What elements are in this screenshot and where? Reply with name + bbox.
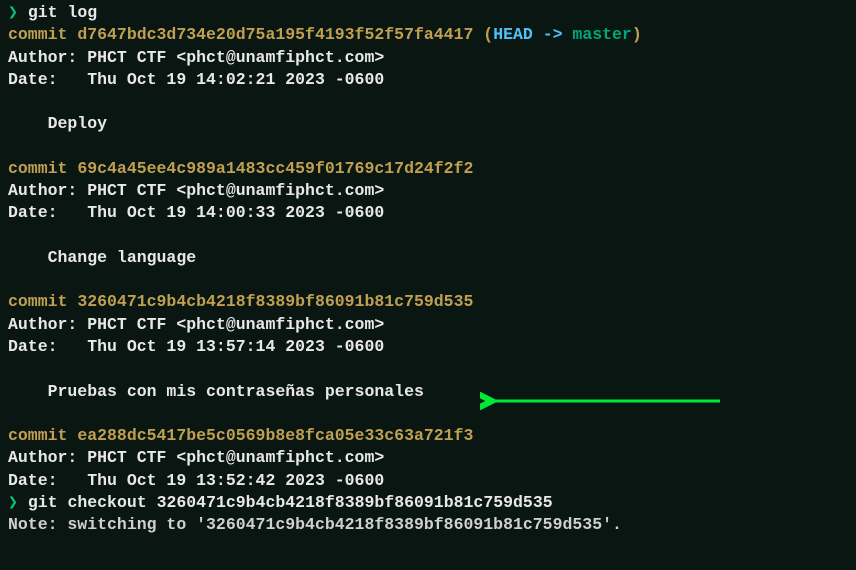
commit-message: Deploy xyxy=(8,113,848,135)
date-line: Date: Thu Oct 19 14:00:33 2023 -0600 xyxy=(8,202,848,224)
author-line: Author: PHCT CTF <phct@unamfiphct.com> xyxy=(8,447,848,469)
commit-hash: 69c4a45ee4c989a1483cc459f01769c17d24f2f2 xyxy=(77,159,473,178)
blank-line xyxy=(8,91,848,113)
blank-line xyxy=(8,225,848,247)
author-line: Author: PHCT CTF <phct@unamfiphct.com> xyxy=(8,47,848,69)
date-line: Date: Thu Oct 19 14:02:21 2023 -0600 xyxy=(8,69,848,91)
terminal-output[interactable]: ❯ git log commit d7647bdc3d734e20d75a195… xyxy=(8,2,848,536)
blank-line xyxy=(8,358,848,380)
arrow-annotation-icon xyxy=(480,390,730,412)
author-line: Author: PHCT CTF <phct@unamfiphct.com> xyxy=(8,180,848,202)
commit-line: commit ea288dc5417be5c0569b8e8fca05e33c6… xyxy=(8,425,848,447)
date-line: Date: Thu Oct 19 13:57:14 2023 -0600 xyxy=(8,336,848,358)
command-git-log: git log xyxy=(28,3,97,22)
commit-hash: 3260471c9b4cb4218f8389bf86091b81c759d535 xyxy=(77,292,473,311)
blank-line xyxy=(8,269,848,291)
ref-open: ( xyxy=(473,25,493,44)
commit-message: Change language xyxy=(8,247,848,269)
prompt-line-2: ❯ git checkout 3260471c9b4cb4218f8389bf8… xyxy=(8,492,848,514)
commit-prefix: commit xyxy=(8,25,77,44)
ref-close: ) xyxy=(632,25,642,44)
blank-line xyxy=(8,136,848,158)
commit-prefix: commit xyxy=(8,426,77,445)
commit-line: commit 3260471c9b4cb4218f8389bf86091b81c… xyxy=(8,291,848,313)
prompt-symbol: ❯ xyxy=(8,493,18,512)
head-ref: HEAD xyxy=(493,25,533,44)
command-git-checkout: git checkout 3260471c9b4cb4218f8389bf860… xyxy=(28,493,553,512)
prompt-line-1: ❯ git log xyxy=(8,2,848,24)
commit-prefix: commit xyxy=(8,292,77,311)
commit-prefix: commit xyxy=(8,159,77,178)
commit-line: commit d7647bdc3d734e20d75a195f4193f52f5… xyxy=(8,24,848,46)
prompt-symbol: ❯ xyxy=(8,3,18,22)
ref-arrow: -> xyxy=(533,25,573,44)
author-line: Author: PHCT CTF <phct@unamfiphct.com> xyxy=(8,314,848,336)
commit-hash: ea288dc5417be5c0569b8e8fca05e33c63a721f3 xyxy=(77,426,473,445)
branch-name: master xyxy=(572,25,631,44)
checkout-note: Note: switching to '3260471c9b4cb4218f83… xyxy=(8,514,848,536)
commit-line: commit 69c4a45ee4c989a1483cc459f01769c17… xyxy=(8,158,848,180)
date-line: Date: Thu Oct 19 13:52:42 2023 -0600 xyxy=(8,470,848,492)
commit-hash: d7647bdc3d734e20d75a195f4193f52f57fa4417 xyxy=(77,25,473,44)
